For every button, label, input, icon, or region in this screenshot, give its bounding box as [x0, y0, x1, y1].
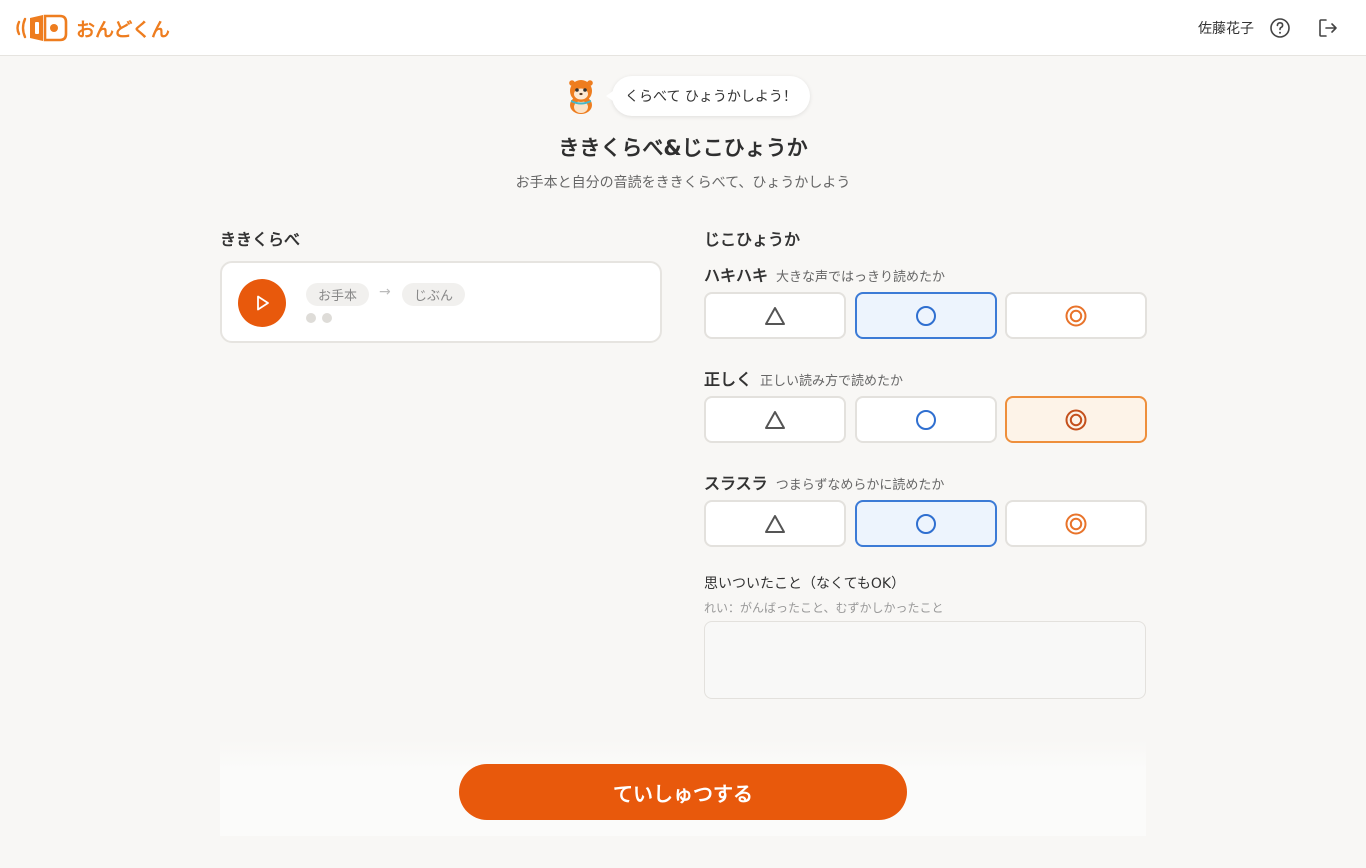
notes-textarea[interactable] [704, 621, 1146, 699]
circle-icon [916, 305, 936, 326]
progress-dot [322, 313, 332, 323]
play-button[interactable] [238, 279, 286, 327]
option-double-circle-surasura[interactable] [1005, 500, 1147, 547]
progress-dot [306, 313, 316, 323]
speech-bubble-text: くらべて ひょうかしよう！ [625, 89, 797, 105]
notes-hint: れい：がんばったこと、むずかしかったこと [704, 601, 944, 615]
double-circle-icon [1065, 305, 1087, 326]
speech-bubble: くらべて ひょうかしよう！ [606, 76, 810, 116]
option-triangle-tadashiku[interactable] [704, 396, 846, 443]
option-double-circle-hakihaki[interactable] [1005, 292, 1147, 339]
speaker-logo-icon [16, 14, 68, 42]
play-icon [257, 295, 269, 311]
user-name: 佐藤花子 [1198, 21, 1254, 37]
double-circle-icon [1065, 513, 1087, 534]
criterion-desc: 正しい読み方で読めたか [760, 374, 904, 389]
triangle-icon [765, 306, 785, 325]
help-icon[interactable] [1268, 16, 1292, 40]
evaluation-section-title: じこひょうか [704, 230, 801, 249]
self-audio-pill: じぶん [402, 283, 466, 306]
criterion-label-tadashiku: 正しく 正しい読み方で読めたか [704, 366, 903, 390]
circle-icon [916, 513, 936, 534]
criterion-desc: 大きな声ではっきり読めたか [776, 270, 946, 285]
compare-card: お手本 → じぶん [220, 261, 662, 343]
double-circle-icon [1065, 409, 1087, 430]
logout-icon[interactable] [1316, 16, 1340, 40]
mascot-otter-icon [569, 80, 593, 114]
app-logo[interactable]: おんどくん [16, 12, 170, 44]
option-circle-surasura[interactable] [855, 500, 997, 547]
criterion-desc: つまらずなめらかに読めたか [775, 478, 945, 493]
page-title: ききくらべ&じこひょうか [558, 136, 808, 160]
criterion-name: ハキハキ [704, 266, 769, 285]
app-header: おんどくん 佐藤花子 [0, 0, 1366, 56]
option-double-circle-tadashiku[interactable] [1005, 396, 1147, 443]
criterion-label-surasura: スラスラ つまらずなめらかに読めたか [704, 470, 944, 494]
circle-icon [916, 409, 936, 430]
option-circle-tadashiku[interactable] [855, 396, 997, 443]
submit-button[interactable]: ていしゅつする [459, 764, 907, 820]
app-name: おんどくん [76, 18, 170, 41]
arrow-right-icon: → [379, 284, 391, 300]
option-circle-hakihaki[interactable] [855, 292, 997, 339]
triangle-icon [765, 410, 785, 429]
criterion-label-hakihaki: ハキハキ 大きな声ではっきり読めたか [704, 262, 945, 286]
page-subtitle: お手本と自分の音読をききくらべて、ひょうかしよう [515, 175, 851, 191]
criterion-name: スラスラ [704, 474, 768, 493]
criterion-name: 正しく [704, 370, 753, 389]
option-triangle-surasura[interactable] [704, 500, 846, 547]
option-triangle-hakihaki[interactable] [704, 292, 846, 339]
triangle-icon [765, 514, 785, 533]
compare-section-title: ききくらべ [220, 230, 301, 249]
notes-label: 思いついたこと（なくてもOK） [704, 576, 906, 592]
model-audio-pill: お手本 [306, 283, 370, 306]
